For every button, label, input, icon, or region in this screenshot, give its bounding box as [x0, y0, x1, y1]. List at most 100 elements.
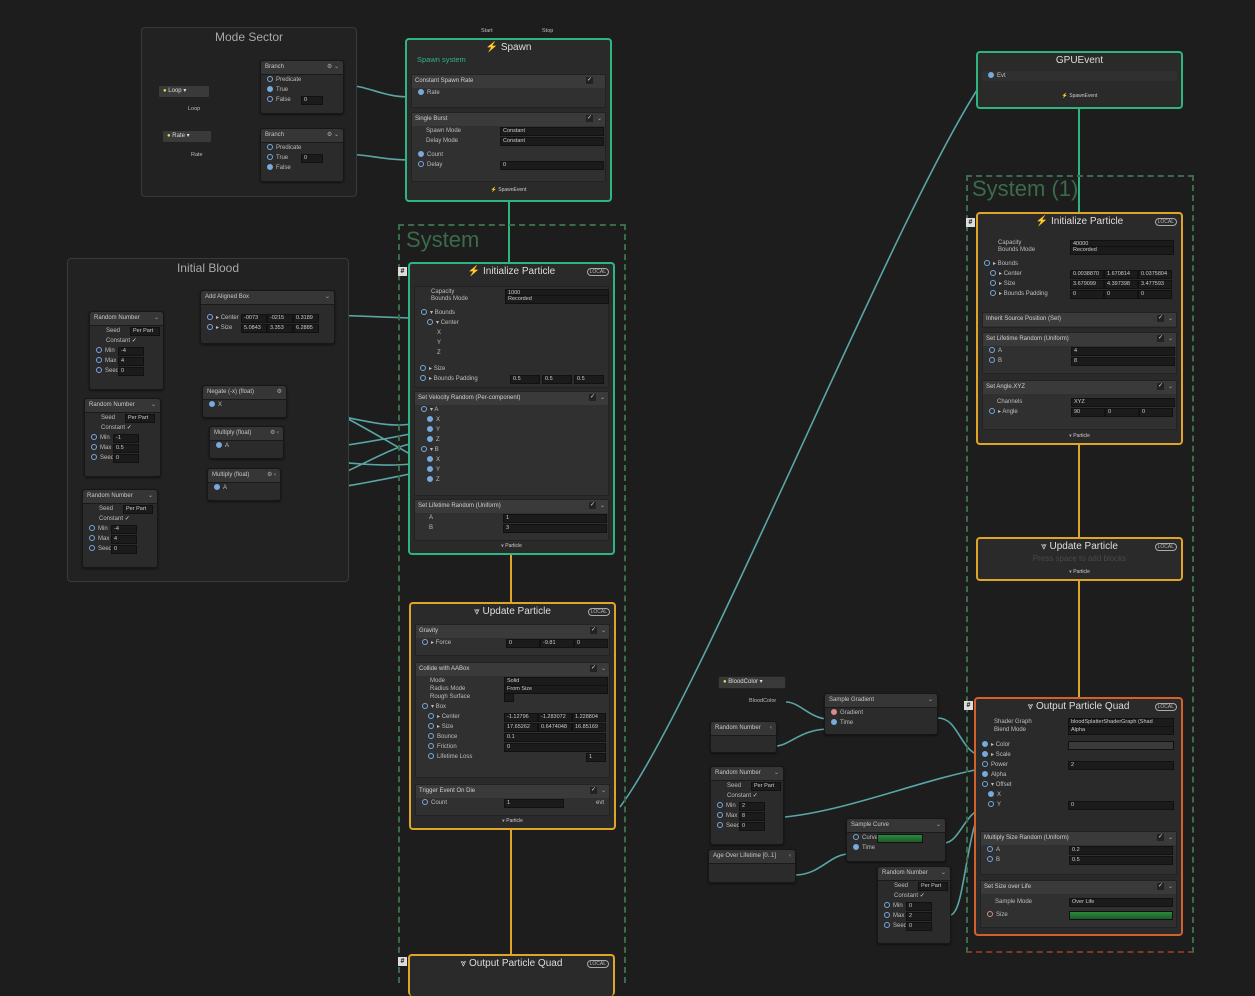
sample-gradient-node[interactable]: Sample Gradient ⌄ Gradient Time	[824, 693, 938, 735]
spawn-mode-select[interactable]: Constant	[500, 127, 604, 136]
node-header[interactable]: Random Number ⌄	[878, 867, 950, 881]
false-field[interactable]: 0	[301, 96, 323, 105]
particle-flow-icon: ⩔	[1027, 701, 1034, 712]
initialize-particle-context-2[interactable]: ⚡ Initialize Particle LOCAL Capacity 4000…	[976, 212, 1183, 445]
block-set-size-over-life[interactable]: Set Size over Life ✓ ⌄ Sample Mode Over Lif…	[980, 880, 1177, 928]
node-header[interactable]: Age Over Lifetime [0..1] ‹	[709, 850, 795, 864]
update-particle-context[interactable]: ⩔ Update Particle LOCAL Gravity ✓ ⌄ ▸ Forc…	[409, 602, 616, 830]
spawn-event-output[interactable]: ⚡ SpawnEvent	[407, 187, 610, 193]
random-number-node-5[interactable]: Random Number ⌄ Seed Per Part Constant ✓ M…	[710, 766, 784, 845]
random-number-node-6[interactable]: Random Number ⌄ Seed Per Part Constant ✓ M…	[877, 866, 951, 944]
size-curve-field[interactable]	[1069, 911, 1173, 920]
delay-mode-select[interactable]: Constant	[500, 137, 604, 146]
bolt-icon: ⚡	[485, 42, 499, 53]
node-header[interactable]: Random Number ‹	[711, 722, 776, 736]
block-set-lifetime-random[interactable]: Set Lifetime Random (Uniform) ✓ ⌄ A1 B3	[414, 499, 609, 541]
node-header[interactable]: Sample Gradient ⌄	[825, 694, 937, 708]
system-title: System	[406, 227, 480, 252]
particle-flow-icon: ⩔	[460, 958, 467, 969]
branch-node-2[interactable]: Branch ⚙ ⌄ Predicate True 0 False	[260, 128, 344, 182]
node-header[interactable]: Branch ⚙ ⌄	[261, 129, 343, 143]
input-port[interactable]	[267, 154, 273, 161]
delay-field[interactable]: 0	[500, 161, 604, 170]
local-badge: LOCAL	[587, 608, 610, 616]
input-port[interactable]	[267, 76, 273, 83]
gpuevent-context[interactable]: GPUEvent Evt ⚡ SpawnEvent	[976, 51, 1183, 109]
block-toggle[interactable]: ✓	[590, 627, 597, 634]
output-particle-quad-context-2[interactable]: ⩔ Output Particle Quad LOCAL Shader Grap…	[974, 697, 1183, 936]
true-field[interactable]: 0	[301, 154, 323, 163]
multiply-node-1[interactable]: Multiply (float) ⚙ ‹ A	[209, 426, 284, 459]
block-trigger-event-on-die[interactable]: Trigger Event On Die ✓ ⌄ Count 1 evt	[415, 784, 610, 816]
bloodcolor-property-chip[interactable]: ● BloodColor ▾	[718, 676, 786, 689]
block-toggle[interactable]: ✓	[590, 787, 597, 794]
block-single-burst[interactable]: Single Burst ✓ ⌄ Spawn Mode Constant Delay …	[411, 112, 606, 182]
spawn-event-output[interactable]: ⚡ SpawnEvent	[978, 93, 1181, 99]
initialize-particle-context[interactable]: ⚡ Initialize Particle LOCAL Capacity 1000…	[408, 262, 615, 555]
branch-node-1[interactable]: Branch ⚙ ⌄ Predicate True False 0	[260, 60, 344, 114]
block-gravity[interactable]: Gravity ✓ ⌄ ▸ Force 0 -9.81 0	[415, 624, 610, 656]
loop-property-chip[interactable]: ● Loop ▾	[158, 85, 210, 98]
negate-node[interactable]: Negate (-x) (float) ⚙ X	[202, 385, 287, 418]
block-toggle[interactable]: ✓	[590, 665, 597, 672]
sample-curve-node[interactable]: Sample Curve ⌄ Curve Time	[846, 818, 946, 862]
input-port[interactable]	[267, 86, 273, 93]
block-toggle[interactable]: ✓	[1157, 834, 1164, 841]
node-header[interactable]: Sample Curve ⌄	[847, 819, 945, 833]
input-port[interactable]	[267, 144, 273, 151]
node-header[interactable]: Random Number ⌄	[85, 399, 160, 413]
particle-output[interactable]: ⩔ Particle	[978, 433, 1181, 439]
block-set-lifetime-random[interactable]: Set Lifetime Random (Uniform) ✓ ⌄ A4 B8	[982, 332, 1177, 374]
block-toggle[interactable]: ✓	[1157, 335, 1164, 342]
node-header[interactable]: Random Number ⌄	[83, 490, 157, 504]
random-number-node-1[interactable]: Random Number ⌄ Seed Per Part Constant ✓ M…	[89, 311, 164, 390]
node-header[interactable]: Multiply (float) ⚙ ‹	[210, 427, 283, 441]
random-number-node-3[interactable]: Random Number ⌄ Seed Per Part Constant ✓ M…	[82, 489, 158, 568]
node-header[interactable]: Add Aligned Box ⌄	[201, 291, 334, 305]
block-toggle[interactable]: ✓	[1157, 383, 1164, 390]
random-number-node-4[interactable]: Random Number ‹	[710, 721, 777, 753]
spawn-subtitle: Spawn system	[417, 55, 466, 64]
rough-surface-checkbox[interactable]	[504, 693, 514, 702]
block-toggle[interactable]: ✓	[1157, 883, 1164, 890]
particle-output[interactable]: ⩔ Particle	[410, 543, 613, 549]
particle-output[interactable]: ⩔ Particle	[978, 569, 1181, 575]
spawn-title: Spawn	[500, 42, 532, 53]
multiply-node-2[interactable]: Multiply (float) ⚙ ‹ A	[207, 468, 281, 501]
block-constant-spawn-rate[interactable]: Constant Spawn Rate ✓ Rate	[411, 74, 606, 108]
block-toggle[interactable]: ✓	[586, 77, 593, 84]
age-over-lifetime-node[interactable]: Age Over Lifetime [0..1] ‹	[708, 849, 796, 883]
local-badge: LOCAL	[586, 268, 609, 276]
bolt-icon: ⚡	[1035, 216, 1049, 227]
block-set-angle-xyz[interactable]: Set Angle.XYZ ✓ ⌄ Channels XYZ ▸ Angle 90 0…	[982, 380, 1177, 430]
hash-icon: #	[966, 218, 975, 227]
block-multiply-size-random[interactable]: Multiply Size Random (Uniform) ✓ ⌄ A 0.2 B0…	[980, 831, 1177, 875]
node-header[interactable]: Random Number ⌄	[90, 312, 163, 326]
block-collide-aabox[interactable]: Collide with AABox ✓ ⌄ Mode Solid Radius Mo…	[415, 662, 610, 778]
color-swatch[interactable]	[1068, 741, 1174, 750]
input-port[interactable]	[267, 164, 273, 171]
block-toggle[interactable]: ✓	[589, 502, 596, 509]
block-toggle[interactable]: ✓	[589, 394, 596, 401]
node-header[interactable]: Branch ⚙ ⌄	[261, 61, 343, 75]
hash-icon: #	[398, 267, 407, 276]
node-header[interactable]: Negate (-x) (float) ⚙	[203, 386, 286, 400]
add-aligned-box-node[interactable]: Add Aligned Box ⌄ ▸ Center -0073 -0215 0.…	[200, 290, 335, 344]
local-badge: LOCAL	[1154, 218, 1177, 226]
update-particle-context-2[interactable]: ⩔ Update Particle LOCAL Press space to a…	[976, 537, 1183, 581]
hash-icon: #	[964, 701, 973, 710]
node-header[interactable]: Random Number ⌄	[711, 767, 783, 781]
block-toggle[interactable]: ✓	[586, 115, 593, 122]
output-particle-quad-context[interactable]: ⩔ Output Particle Quad LOCAL	[408, 954, 615, 996]
rate-property-chip[interactable]: ● Rate ▾	[162, 130, 212, 143]
gpuevent-title: GPUEvent	[1055, 55, 1104, 66]
random-number-node-2[interactable]: Random Number ⌄ Seed Per Part Constant ✓ M…	[84, 398, 161, 477]
particle-output[interactable]: ⩔ Particle	[411, 818, 614, 824]
curve-field[interactable]	[877, 834, 923, 843]
block-set-velocity-random[interactable]: Set Velocity Random (Per-component) ✓ ⌄ ▾ …	[414, 391, 609, 496]
input-port[interactable]	[267, 96, 273, 103]
spawn-context[interactable]: ⚡ Spawn Spawn system Constant Spawn Rate…	[405, 38, 612, 202]
block-inherit-source-position[interactable]: Inherit Source Position (Set) ✓ ⌄	[982, 312, 1177, 328]
block-toggle[interactable]: ✓	[1157, 315, 1164, 322]
node-header[interactable]: Multiply (float) ⚙ ‹	[208, 469, 280, 483]
